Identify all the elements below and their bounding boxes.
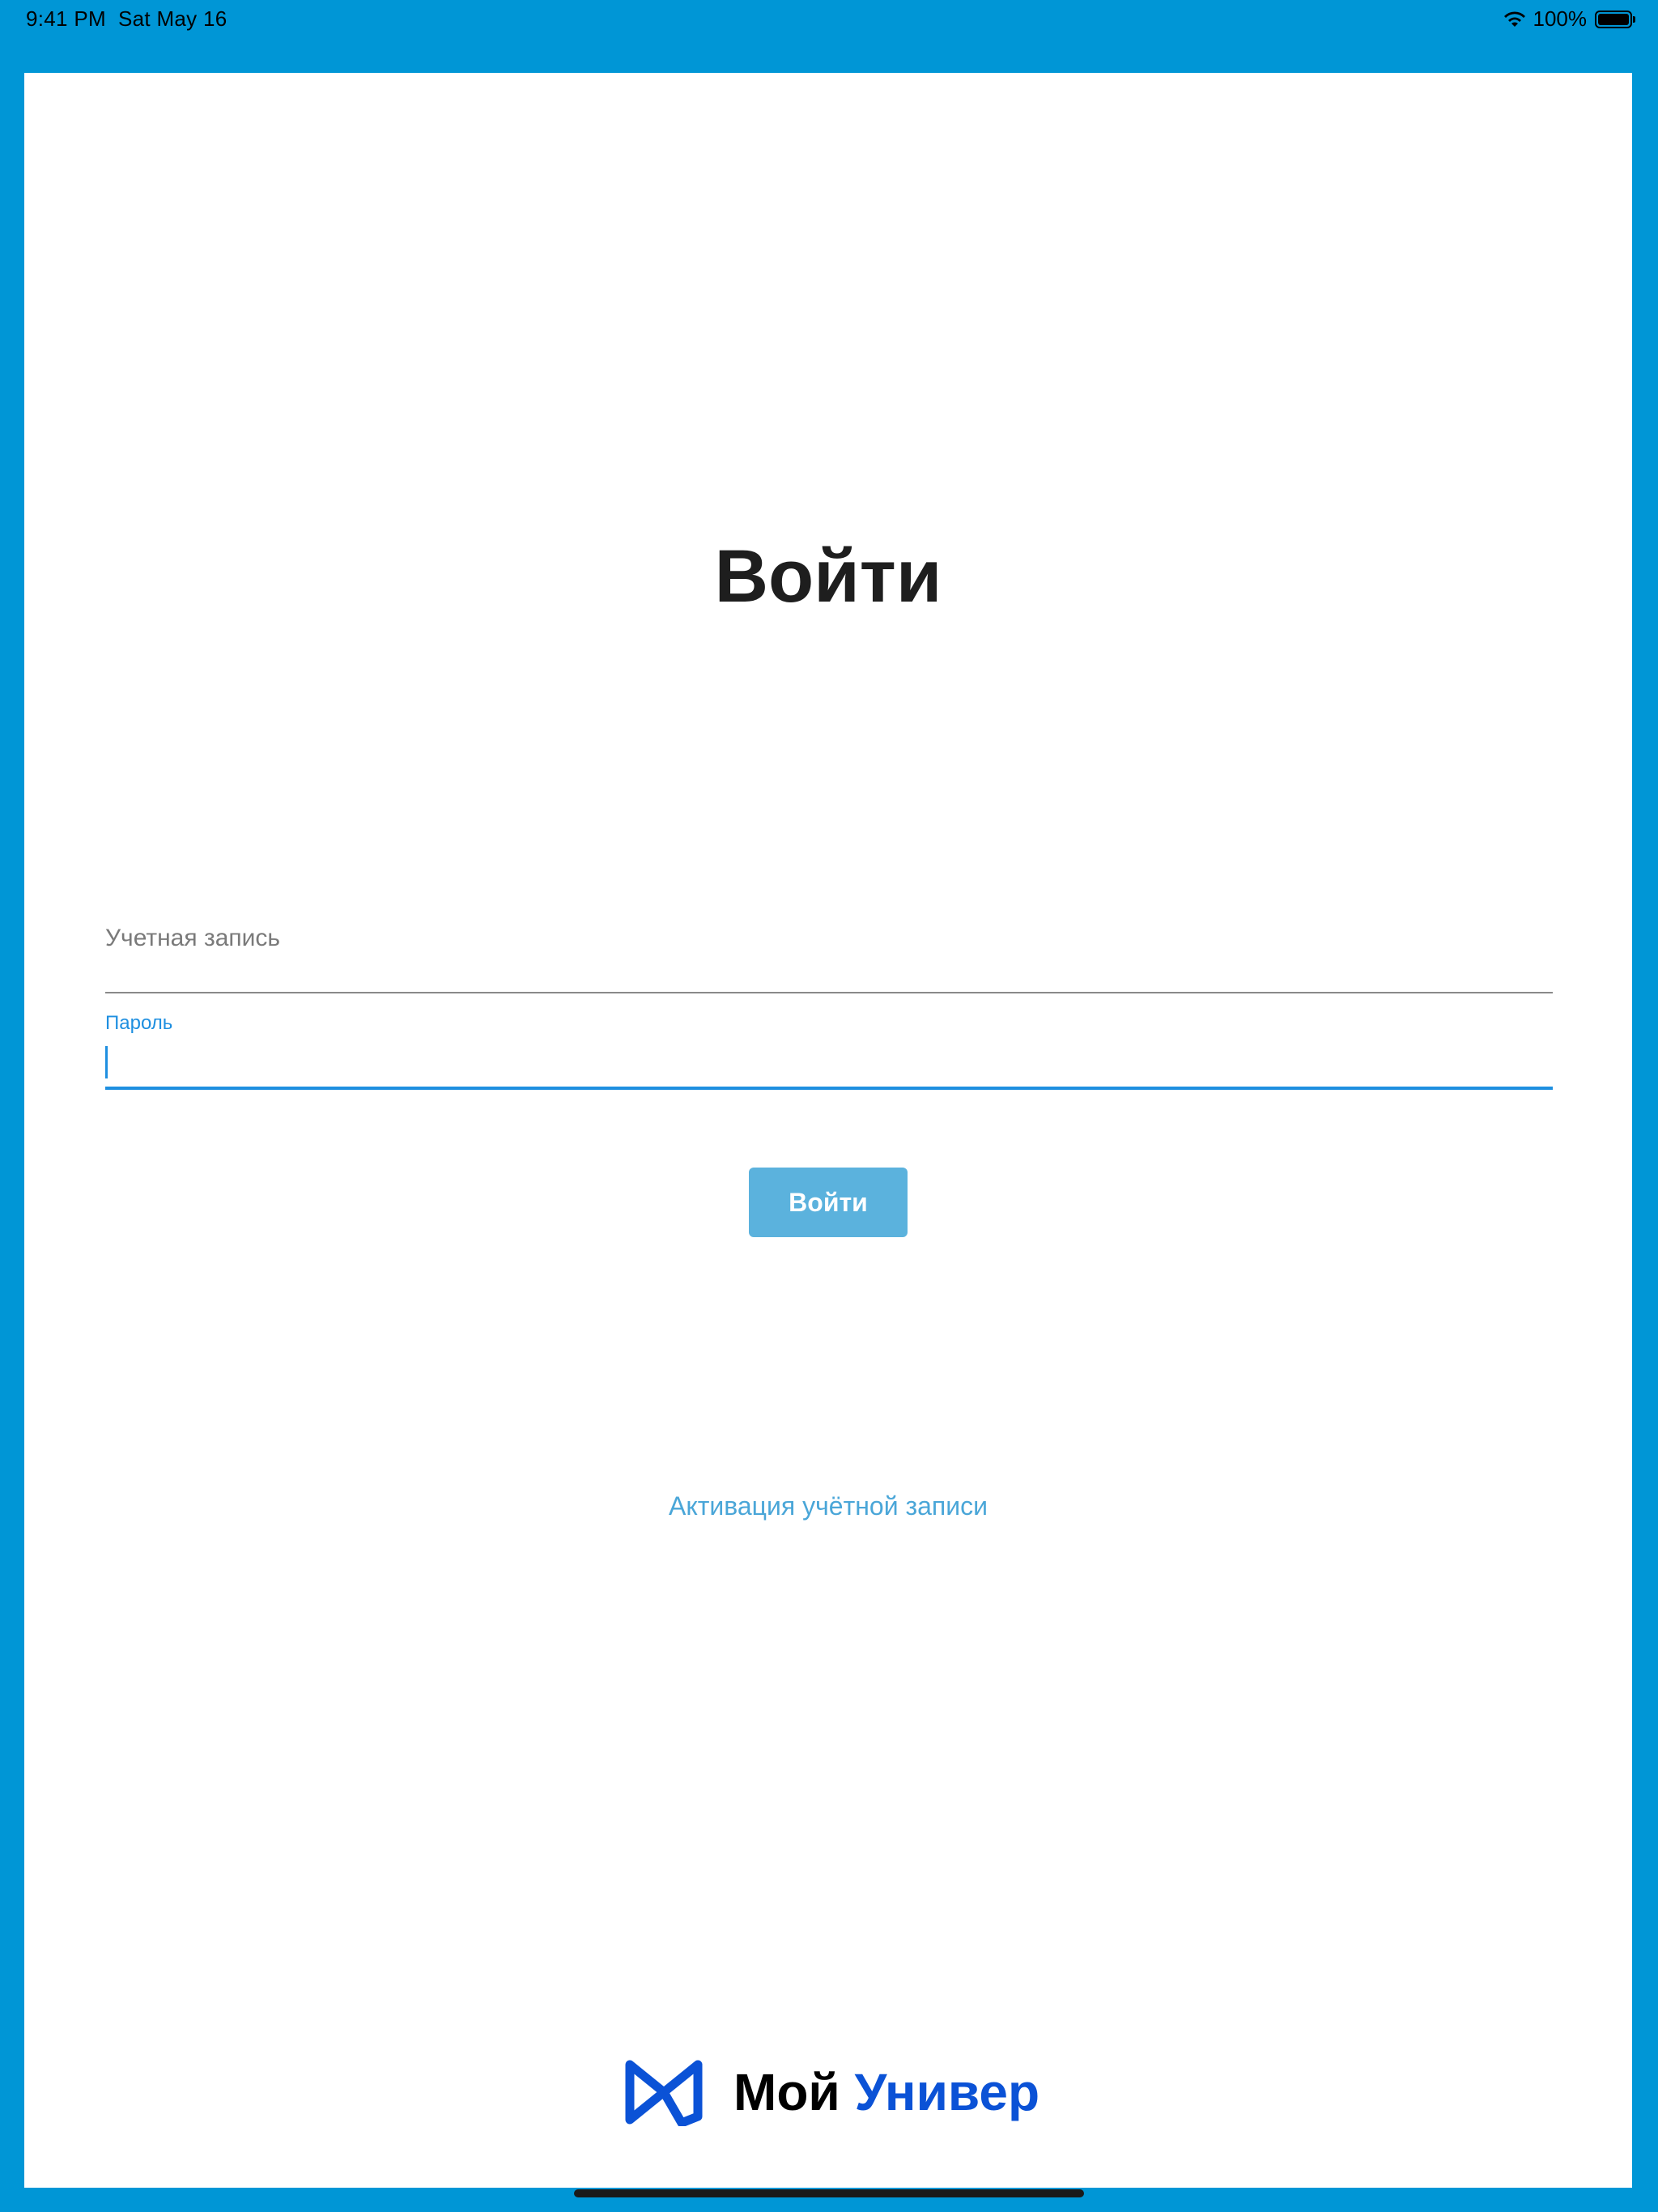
home-indicator[interactable] <box>574 2189 1084 2197</box>
brand-logo: Мой Универ <box>625 2052 1039 2133</box>
status-date: Sat May 16 <box>118 6 227 31</box>
password-field-label: Пароль <box>105 1012 173 1034</box>
account-field[interactable]: Учетная запись <box>105 850 1553 993</box>
password-field[interactable]: Пароль <box>105 994 1553 1090</box>
login-button[interactable]: Войти <box>749 1168 908 1237</box>
brand-name: Мой Универ <box>733 2062 1039 2122</box>
battery-icon <box>1595 10 1635 28</box>
brand-name-part-1: Мой <box>733 2063 840 2121</box>
account-activation-link[interactable]: Активация учётной записи <box>24 1491 1632 1521</box>
wifi-icon <box>1503 11 1527 28</box>
status-time: 9:41 PM <box>26 6 106 31</box>
battery-level-fill <box>1598 13 1629 25</box>
status-indicators: 100% <box>1503 6 1635 32</box>
login-sheet: Войти Учетная запись Пароль Войти Актива… <box>24 73 1632 2188</box>
battery-percentage: 100% <box>1533 6 1588 31</box>
moy-univer-logo-icon <box>625 2058 703 2126</box>
brand-name-part-2: Универ <box>854 2063 1040 2121</box>
text-cursor <box>105 1046 108 1078</box>
status-bar: 9:41 PM Sat May 16 100% <box>0 0 1658 39</box>
account-field-placeholder: Учетная запись <box>105 925 281 951</box>
page-title: Войти <box>714 535 942 618</box>
